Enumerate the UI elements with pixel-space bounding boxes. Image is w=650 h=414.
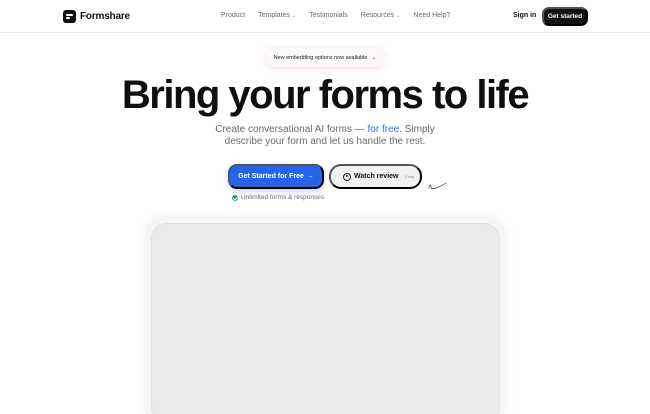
nav-item-label: Templates	[258, 12, 291, 19]
get-started-free-button[interactable]: Get Started for Free →	[228, 164, 324, 189]
check-circle-icon	[232, 194, 238, 201]
video-duration: 2 min	[404, 174, 415, 179]
watch-review-button[interactable]: Watch review 2 min	[329, 164, 422, 189]
nav-item-label: Testimonials	[309, 12, 348, 19]
nav-item-product[interactable]: Product	[221, 12, 245, 19]
play-circle-icon	[343, 172, 351, 181]
hero-subtitle: Create conversational AI forms — for fre…	[0, 124, 650, 148]
nav-item-label: Product	[221, 12, 246, 19]
primary-cta-label: Get Started for Free	[238, 173, 304, 180]
chevron-down-icon: ⌄	[292, 12, 297, 19]
nav-item-testimonials[interactable]: Testimonials	[309, 12, 348, 19]
badge-text: New embedding options now available	[273, 54, 368, 61]
chevron-down-icon: ⌄	[396, 12, 401, 19]
brand-name: Formshare	[80, 11, 130, 22]
subtitle-highlight: for free	[367, 124, 400, 135]
main-nav: Product Templates ⌄ Testimonials Resourc…	[221, 12, 450, 19]
site-header: Formshare Product Templates ⌄ Testimonia…	[0, 0, 650, 33]
hero-title: Bring your forms to life	[121, 73, 530, 117]
logo-icon	[63, 10, 76, 23]
nav-item-label: Need Help?	[413, 12, 451, 19]
subtitle-line-2: describe your form and let us handle the…	[224, 136, 426, 147]
unlimited-note: Unlimited forms & responses	[232, 194, 324, 201]
arrow-right-icon: →	[306, 173, 314, 180]
sign-in-link[interactable]: Sign in	[513, 12, 536, 19]
get-started-button[interactable]: Get started	[542, 7, 588, 26]
brand-logo[interactable]: Formshare	[63, 10, 130, 23]
nav-item-templates[interactable]: Templates ⌄	[258, 12, 296, 19]
announcement-badge[interactable]: New embedding options now available →	[265, 48, 385, 67]
secondary-cta-label: Watch review	[354, 173, 399, 180]
arrow-right-icon: →	[370, 54, 377, 61]
product-preview-screen	[151, 223, 500, 414]
nav-item-resources[interactable]: Resources ⌄	[361, 12, 401, 19]
note-text: Unlimited forms & responses	[241, 194, 325, 201]
squiggle-arrow-icon	[428, 182, 447, 190]
nav-item-label: Resources	[360, 12, 395, 19]
subtitle-text-end: . Simply	[399, 124, 435, 135]
subtitle-text: Create conversational AI forms —	[215, 124, 368, 135]
nav-item-help[interactable]: Need Help?	[413, 12, 450, 19]
